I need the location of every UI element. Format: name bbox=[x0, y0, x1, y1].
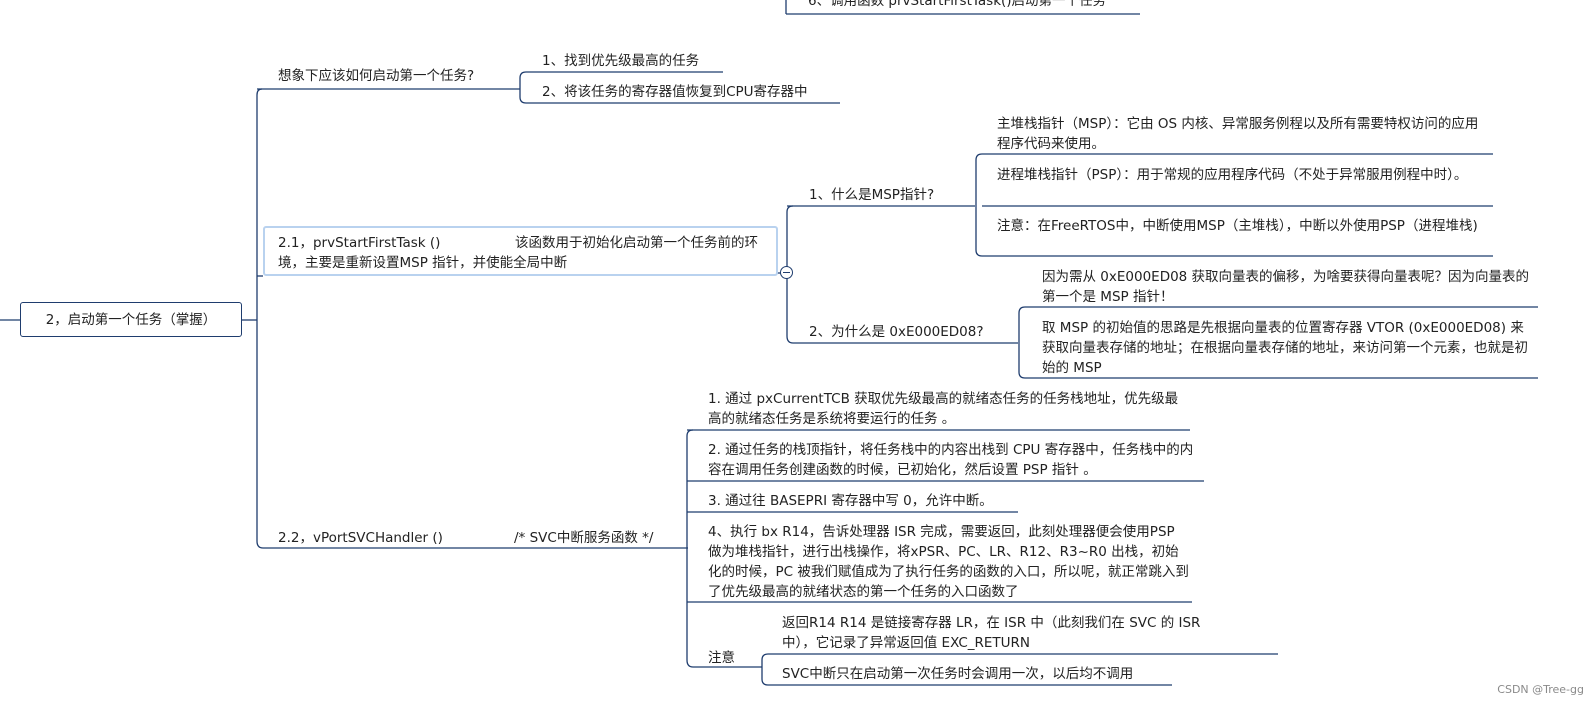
connector-msp-children bbox=[975, 153, 983, 257]
msp-item-2[interactable]: 进程堆栈指针（PSP）：用于常规的应用程序代码（不处于异常服用例程中时）。 bbox=[997, 165, 1487, 185]
imagine-step-1[interactable]: 1、找到优先级最高的任务 bbox=[542, 51, 699, 71]
svc-note-item-2[interactable]: SVC中断只在启动第一次任务时会调用一次，以后均不调用 bbox=[782, 664, 1133, 684]
prv-node-desc: 该函数用于初始化启动第一个任务前的环境，主要是重新设置MSP 指针，并使能全局中… bbox=[278, 235, 758, 271]
svc-step-4[interactable]: 4、执行 bx R14，告诉处理器 ISR 完成，需要返回，此刻处理器便会使用P… bbox=[708, 522, 1190, 602]
svc-step-1[interactable]: 1. 通过 pxCurrentTCB 获取优先级最高的就绪态任务的任务栈地址，优… bbox=[708, 389, 1190, 429]
collapse-icon[interactable] bbox=[780, 266, 793, 279]
connector-addr-children bbox=[1018, 306, 1026, 379]
imagine-node[interactable]: 想象下应该如何启动第一个任务? bbox=[278, 66, 474, 86]
addr-item-1[interactable]: 因为需从 0xE000ED08 获取向量表的偏移，为啥要获得向量表呢？因为向量表… bbox=[1042, 267, 1532, 307]
addr-question-node[interactable]: 2、为什么是 0xE000ED08? bbox=[809, 322, 984, 342]
svc-node-comment: /* SVC中断服务函数 */ bbox=[514, 530, 654, 546]
svc-note-item-1[interactable]: 返回R14 R14 是链接寄存器 LR，在 ISR 中（此刻我们在 SVC 的 … bbox=[782, 613, 1230, 653]
connector-note-children bbox=[761, 653, 769, 686]
addr-item-2[interactable]: 取 MSP 的初始值的思路是先根据向量表的位置寄存器 VTOR (0xE000E… bbox=[1042, 318, 1532, 378]
svc-note-node[interactable]: 注意 bbox=[708, 648, 735, 668]
root-node[interactable]: 2，启动第一个任务（掌握） bbox=[20, 302, 242, 337]
root-node-label: 2，启动第一个任务（掌握） bbox=[45, 312, 217, 328]
prv-node-selection[interactable]: 2.1，prvStartFirstTask () 该函数用于初始化启动第一个任务… bbox=[263, 226, 778, 276]
connector-main-trunk bbox=[256, 88, 264, 549]
svc-node-title[interactable]: 2.2，vPortSVCHandler () bbox=[278, 528, 443, 548]
watermark: CSDN @Tree-gg bbox=[1497, 683, 1584, 696]
svc-step-2[interactable]: 2. 通过任务的栈顶指针，将任务栈中的内容出栈到 CPU 寄存器中，任务栈中的内… bbox=[708, 440, 1198, 480]
msp-question-node[interactable]: 1、什么是MSP指针? bbox=[809, 185, 934, 205]
msp-item-1[interactable]: 主堆栈指针（MSP）：它由 OS 内核、异常服务例程以及所有需要特权访问的应用程… bbox=[997, 114, 1487, 154]
imagine-step-2[interactable]: 2、将该任务的寄存器值恢复到CPU寄存器中 bbox=[542, 82, 808, 102]
msp-item-3[interactable]: 注意：在FreeRTOS中，中断使用MSP（主堆栈），中断以外使用PSP（进程堆… bbox=[997, 216, 1487, 236]
top-node-prvstartfirsttask[interactable]: 6、调用函数 prvStartFirstTask()启动第一个任务 bbox=[808, 0, 1106, 11]
connector-imagine-children bbox=[519, 71, 527, 104]
svc-step-3[interactable]: 3. 通过往 BASEPRI 寄存器中写 0，允许中断。 bbox=[708, 491, 993, 511]
